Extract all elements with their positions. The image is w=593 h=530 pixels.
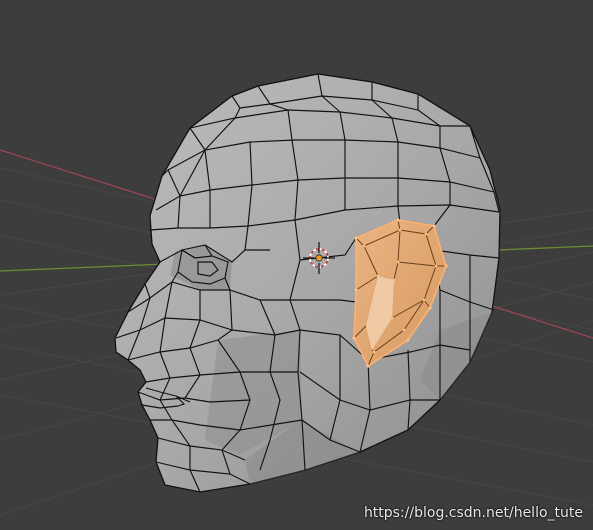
viewport-canvas[interactable]: [0, 0, 593, 530]
head-mesh[interactable]: [114, 73, 501, 493]
watermark-text: https://blog.csdn.net/hello_tute: [363, 505, 583, 521]
3d-viewport[interactable]: https://blog.csdn.net/hello_tute: [0, 0, 593, 530]
